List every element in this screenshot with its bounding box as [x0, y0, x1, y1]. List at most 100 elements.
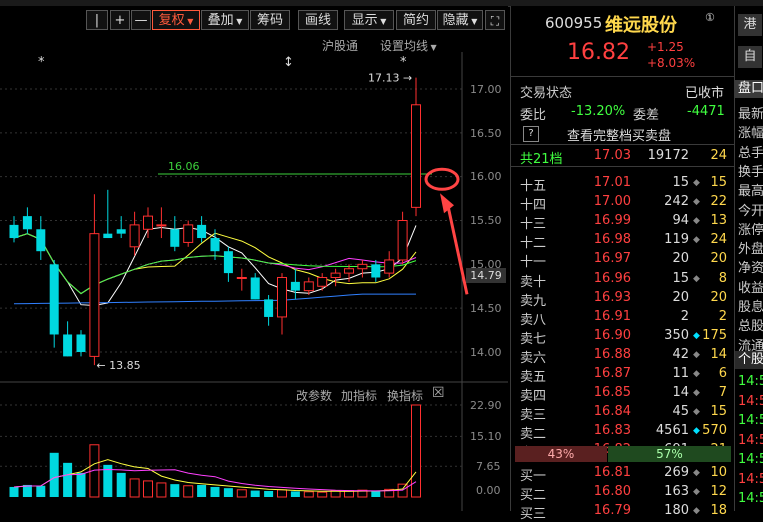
price-axis-label: 16.00 — [470, 170, 502, 183]
order-volume: 269 — [664, 465, 689, 480]
ma60-line — [13, 293, 416, 305]
quote-field-label: 换手 — [738, 164, 763, 180]
overlay-button[interactable]: 叠加 ▼ — [201, 10, 249, 30]
stock-code: 600955 — [545, 14, 603, 32]
price-axis-label: 17.00 — [470, 83, 502, 96]
candle-body — [303, 281, 314, 292]
restore-rights-button[interactable]: 复权 ▼ — [152, 10, 200, 30]
quote-field-label: 今开 — [738, 203, 763, 219]
change-params-link[interactable]: 改参数 — [296, 387, 332, 404]
order-change: 6 — [718, 366, 727, 381]
expand-icon[interactable]: ⛶ — [485, 10, 505, 30]
order-volume: 4561 — [655, 423, 689, 439]
full-order-book-link[interactable]: 查看完整档买卖盘 — [567, 125, 671, 144]
candle-body — [330, 272, 341, 278]
order-level-label: 十五 — [520, 179, 547, 194]
sell-row[interactable]: 卖二 16.83 4561 ◆ 570 — [511, 422, 735, 443]
order-price: 16.93 — [593, 289, 631, 305]
order-change: 12 — [710, 484, 727, 500]
candle-body — [264, 299, 274, 317]
quote-field-label: 收益 — [738, 280, 763, 296]
kline-chart[interactable]: 16.06 * ↕ * 17.13 → ← 13.85 — [0, 52, 508, 511]
order-price: 16.96 — [593, 270, 631, 286]
volume-bar — [170, 484, 180, 497]
tick-time: 14:5 — [738, 374, 763, 389]
candle-body — [397, 220, 408, 261]
hk-button[interactable]: 港 — [738, 14, 762, 36]
hide-label: 隐藏 — [442, 13, 469, 28]
chips-button[interactable]: 筹码 — [250, 10, 290, 30]
order-price: 16.84 — [593, 404, 631, 420]
change-indicator-link[interactable]: 换指标 — [387, 387, 423, 404]
candle-body — [63, 334, 73, 357]
help-icon[interactable]: ? — [523, 126, 539, 142]
annotation-circle — [424, 167, 460, 191]
display-button[interactable]: 显示 ▼ — [344, 10, 394, 30]
sell-row[interactable]: 卖四 16.85 14 ◆ 7 — [511, 384, 735, 404]
sell-row[interactable]: 十三 16.99 94 ◆ 13 — [511, 212, 735, 233]
draw-line-button[interactable]: 画线 — [298, 10, 338, 30]
favorite-button[interactable]: 自 — [738, 46, 762, 68]
candle-body — [129, 224, 140, 248]
order-volume: 20 — [672, 251, 689, 267]
sell-row[interactable]: 十四 17.00 242 ◆ 22 — [511, 193, 735, 213]
order-level-label: 卖八 — [520, 312, 547, 328]
candle-body — [384, 259, 395, 274]
order-volume: 14 — [672, 385, 689, 401]
order-level-label: 卖二 — [520, 427, 547, 443]
stock-detail-tab[interactable]: 个股 — [735, 351, 763, 369]
order-change: 13 — [710, 213, 727, 229]
order-change: 570 — [702, 423, 727, 439]
order-volume: 42 — [672, 346, 689, 362]
volume-bar — [22, 484, 32, 497]
candle-body — [236, 276, 247, 279]
info-icon[interactable]: ① — [705, 11, 715, 24]
order-change: 7 — [718, 385, 727, 401]
order-change: 15 — [710, 404, 727, 420]
levels-volume: 19172 — [647, 148, 689, 163]
volume-bar — [236, 489, 247, 498]
close-icon[interactable]: ☒ — [432, 385, 445, 401]
buy-row[interactable]: 买一 16.81 269 ◆ 10 — [511, 464, 735, 484]
order-ratio-value: -13.20% — [571, 104, 626, 119]
candle-body — [49, 264, 59, 335]
volume-bar — [156, 482, 167, 498]
cursor-button[interactable]: | — [86, 10, 108, 30]
zoom-out-button[interactable]: — — [131, 10, 151, 30]
sell-row[interactable]: 卖五 16.87 11 ◆ 6 — [511, 365, 735, 385]
sell-row[interactable]: 卖八 16.91 2 2 — [511, 308, 735, 328]
volume-bar — [303, 491, 314, 498]
order-change: 15 — [710, 175, 727, 190]
candle-body — [290, 281, 300, 291]
hide-button[interactable]: 隐藏 ▼ — [437, 10, 483, 30]
divider — [511, 144, 735, 145]
low-price-marker: ← 13.85 — [96, 359, 140, 372]
order-volume: 94 — [672, 213, 689, 229]
ma-settings-label: 设置均线 — [380, 39, 429, 53]
sell-row[interactable]: 卖七 16.90 350 ◆ 175 — [511, 327, 735, 347]
sell-row[interactable]: 卖六 16.88 42 ◆ 14 — [511, 346, 735, 366]
quote-field-label: 股息 — [738, 300, 763, 315]
sell-row[interactable]: 十二 16.98 119 ◆ 24 — [511, 231, 735, 251]
order-price: 16.87 — [593, 366, 631, 381]
zoom-in-button[interactable]: + — [110, 10, 130, 30]
simple-mode-button[interactable]: 简约 — [396, 10, 436, 30]
quote-field-label: 外盘 — [738, 242, 763, 258]
quote-field-label: 总手 — [738, 145, 763, 161]
sell-row[interactable]: 十五 17.01 15 ◆ 15 — [511, 174, 735, 194]
order-level-label: 卖九 — [520, 293, 547, 309]
candle-body — [277, 276, 287, 318]
buy-row[interactable]: 买二 16.80 163 ◆ 12 — [511, 483, 735, 503]
sell-row[interactable]: 卖三 16.84 45 ◆ 15 — [511, 403, 735, 424]
order-level-label: 十三 — [520, 217, 547, 233]
sell-row[interactable]: 卖九 16.93 20 20 — [511, 289, 735, 309]
buy-row[interactable]: 买三 16.79 180 ◆ 18 — [511, 502, 735, 522]
order-level-label: 卖三 — [520, 408, 547, 424]
event-marker-icon: * — [38, 55, 45, 70]
sell-row[interactable]: 十一 16.97 20 20 — [511, 250, 735, 270]
volume-bar — [277, 489, 287, 498]
add-indicator-link[interactable]: 加指标 — [341, 387, 377, 404]
sell-row[interactable]: 卖十 16.96 15 ◆ 8 — [511, 270, 735, 290]
panel-tab[interactable]: 盘口 — [735, 80, 763, 98]
volume-bar — [143, 480, 153, 498]
